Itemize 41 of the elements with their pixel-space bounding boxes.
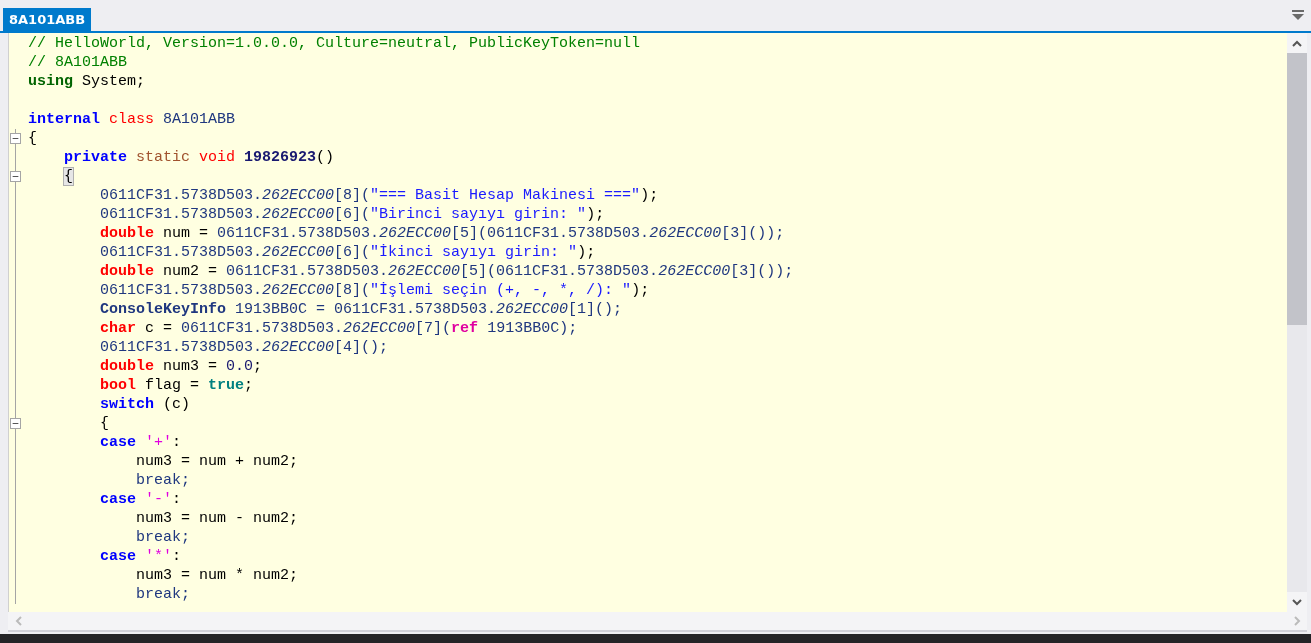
code-line: num3 = num * num2; [136,567,299,584]
code-line: double num3 = 0.0; [100,358,263,375]
code-line: { [100,415,110,432]
code-line: // 8A101ABB [28,54,128,71]
code-line: 0611CF31.5738D503.262ECC00[4](); [100,339,389,356]
code-line: case '+': [100,434,182,451]
document-tab[interactable]: 8A101ABB [3,8,92,31]
code-line: break; [136,529,191,546]
code-line: break; [136,472,191,489]
chevron-right-icon [1293,616,1301,626]
code-line: double num = 0611CF31.5738D503.262ECC00[5](0611CF31.5738D503.262ECC00[3]()); [100,225,785,242]
code-line: // HelloWorld, Version=1.0.0.0, Culture=neutral, PublicKeyToken=null [28,35,641,52]
code-line: private static void 19826923() [64,149,335,166]
code-line: break; [136,586,191,603]
code-line: char c = 0611CF31.5738D503.262ECC00[7](ref 1913BB0C); [100,320,578,337]
vertical-scrollbar[interactable] [1287,33,1307,612]
code-line: num3 = num - num2; [136,510,299,527]
code-line: bool flag = true; [100,377,254,394]
code-line: case '-': [100,491,182,508]
collapse-icon[interactable] [10,133,21,144]
collapse-icon[interactable] [10,171,21,182]
chevron-up-icon [1292,39,1302,47]
scroll-down-button[interactable] [1287,592,1307,612]
code-line: num3 = num + num2; [136,453,299,470]
scroll-thumb[interactable] [1287,53,1307,325]
code-line: double num2 = 0611CF31.5738D503.262ECC00[5](0611CF31.5738D503.262ECC00[3]()); [100,263,794,280]
code-line: 0611CF31.5738D503.262ECC00[6]("Birinci sayıyı girin: "); [100,206,605,223]
scroll-up-button[interactable] [1287,33,1307,53]
code-line: 0611CF31.5738D503.262ECC00[6]("İkinci sayıyı girin: "); [100,244,596,261]
collapse-icon[interactable] [10,418,21,429]
code-line: ConsoleKeyInfo 1913BB0C = 0611CF31.5738D503.262ECC00[1](); [100,301,623,318]
code-line: 0611CF31.5738D503.262ECC00[8]("=== Basit Hesap Makinesi ==="); [100,187,659,204]
code-line: switch (c) [100,396,191,413]
code-line: internal class 8A101ABB [28,111,236,128]
code-line: 0611CF31.5738D503.262ECC00[8]("İşlemi seçin (+, -, *, /): "); [100,282,650,299]
dropdown-icon[interactable] [1292,10,1304,21]
code-line: using System; [28,73,146,90]
code-line: { [28,130,37,147]
code-line: case '*': [100,548,182,565]
chevron-down-icon [1292,598,1302,606]
chevron-left-icon [14,616,22,626]
